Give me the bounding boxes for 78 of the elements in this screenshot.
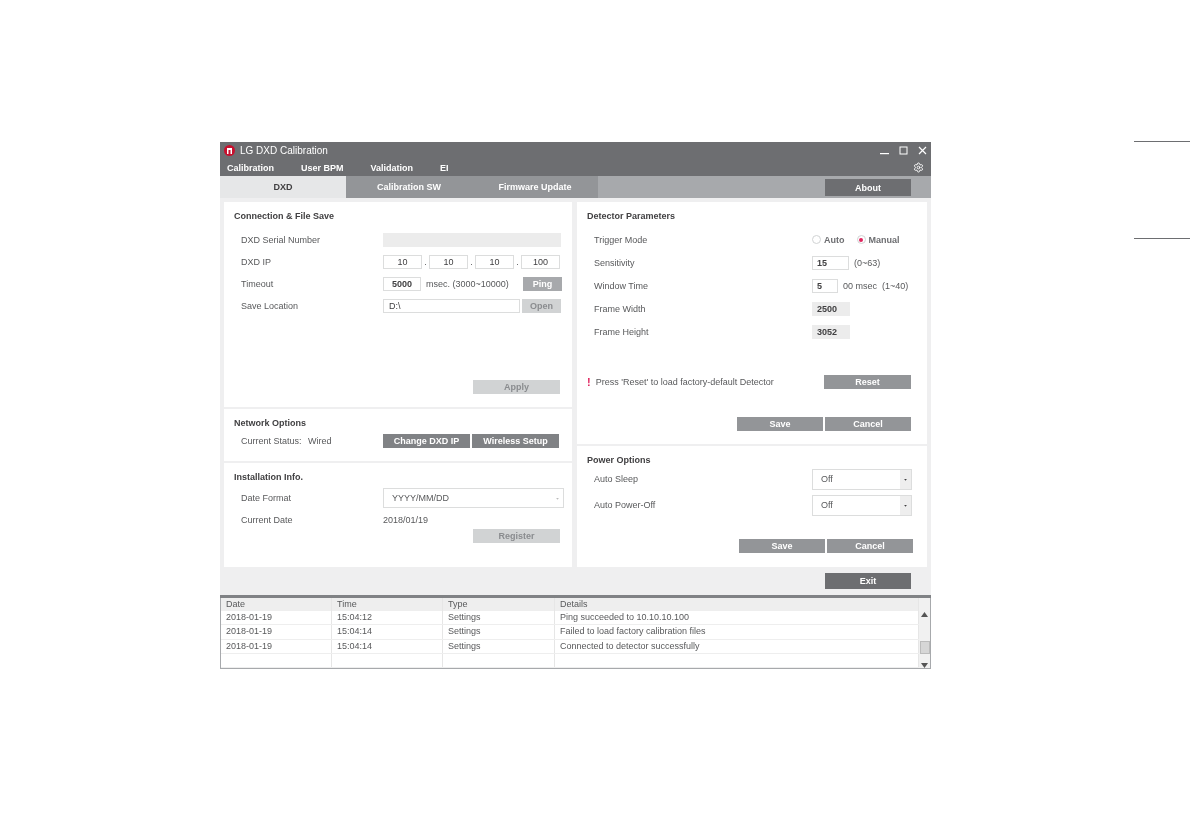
tab[interactable]: DXD [220, 176, 346, 198]
parameter-field[interactable]: 5 [812, 278, 838, 293]
field-label: Date Format [241, 493, 292, 503]
field-label: Save Location [241, 301, 300, 311]
network-button[interactable]: Change DXD IP [383, 434, 470, 448]
maximize-icon[interactable] [899, 146, 908, 155]
save-button[interactable]: Save [737, 417, 823, 431]
section-title: Network Options [234, 417, 307, 429]
field-label: Auto Power-Off [594, 500, 657, 510]
field-label: Frame Width [594, 303, 647, 314]
table-cell: Settings [443, 625, 555, 639]
date-format-dropdown[interactable]: YYYY/MM/DD [383, 488, 564, 508]
parameter-value: 3052 [812, 324, 850, 339]
ip-octet-field[interactable]: 10 [383, 255, 422, 269]
field-label: Sensitivity [594, 257, 636, 268]
timeout-range: msec. (3000~10000) [426, 279, 510, 289]
ip-separator: . [469, 257, 474, 267]
radio-label: Manual [868, 234, 900, 245]
window-title: LG DXD Calibration [240, 145, 329, 156]
reset-button[interactable]: Reset [824, 375, 911, 389]
table-cell: 15:04:14 [332, 639, 443, 653]
table-cell: 2018-01-19 [221, 625, 332, 639]
unit-label: 00 msec [843, 280, 877, 291]
field-label: DXD IP [241, 257, 272, 267]
section-title: Installation Info. [234, 471, 304, 483]
table-cell: 15:04:14 [332, 625, 443, 639]
app-logo-icon [224, 145, 235, 156]
scroll-down-icon[interactable] [921, 663, 928, 668]
cancel-button[interactable]: Cancel [825, 417, 911, 431]
section-title: Detector Parameters [587, 210, 677, 222]
scroll-up-icon[interactable] [921, 612, 928, 617]
current-date-value: 2018/01/19 [383, 515, 429, 525]
timeout-field[interactable]: 5000 [383, 277, 421, 291]
status-label: Current Status: [241, 436, 303, 446]
field-label: Current Date [241, 515, 294, 525]
network-button[interactable]: Wireless Setup [472, 434, 559, 448]
menu-item[interactable]: EI [440, 162, 449, 173]
table-cell: 15:04:12 [332, 611, 443, 625]
power-dropdown[interactable]: Off [812, 494, 912, 516]
menu-item[interactable]: Validation [370, 162, 414, 173]
save-location-field[interactable]: D:\ [383, 299, 520, 313]
parameter-field[interactable]: 15 [812, 255, 849, 270]
table-cell: Settings [443, 611, 555, 625]
field-label: Trigger Mode [594, 234, 649, 245]
close-icon[interactable] [918, 146, 927, 155]
exit-button[interactable]: Exit [825, 573, 911, 589]
status-value: Wired [308, 436, 333, 446]
ip-octet-field[interactable]: 10 [475, 255, 514, 269]
ip-separator: . [515, 257, 520, 267]
power-dropdown[interactable]: Off [812, 468, 912, 490]
range-label: (1~40) [882, 280, 909, 291]
save-button[interactable]: Save [739, 539, 825, 553]
section-title: Connection & File Save [234, 210, 336, 222]
scrollbar-thumb[interactable] [919, 640, 930, 654]
field-label: Timeout [241, 279, 275, 289]
table-cell: 2018-01-19 [221, 611, 332, 625]
field-label: Auto Sleep [594, 474, 640, 484]
table-cell: 2018-01-19 [221, 639, 332, 653]
ip-octet-field[interactable]: 100 [521, 255, 560, 269]
settings-icon[interactable] [913, 162, 924, 173]
table-cell: Settings [443, 639, 555, 653]
tab[interactable]: Firmware Update [472, 176, 598, 198]
range-label: (0~63) [854, 257, 881, 268]
menu-item[interactable]: User BPM [301, 162, 344, 173]
menu-item[interactable]: Calibration [227, 162, 274, 173]
section-title: Power Options [587, 454, 652, 466]
tab[interactable]: Calibration SW [346, 176, 472, 198]
cancel-button[interactable]: Cancel [827, 539, 913, 553]
ip-octet-field[interactable]: 10 [429, 255, 468, 269]
ip-separator: . [423, 257, 428, 267]
radio-label: Auto [824, 234, 845, 245]
notice-text: Press 'Reset' to load factory-default Detector [595, 377, 774, 387]
field-label: Frame Height [594, 326, 650, 337]
warning-mark: ! [587, 376, 591, 388]
parameter-value: 2500 [812, 301, 850, 316]
about-button[interactable]: About [825, 179, 911, 196]
field-label: Window Time [594, 280, 649, 291]
field-label: DXD Serial Number [241, 235, 322, 245]
